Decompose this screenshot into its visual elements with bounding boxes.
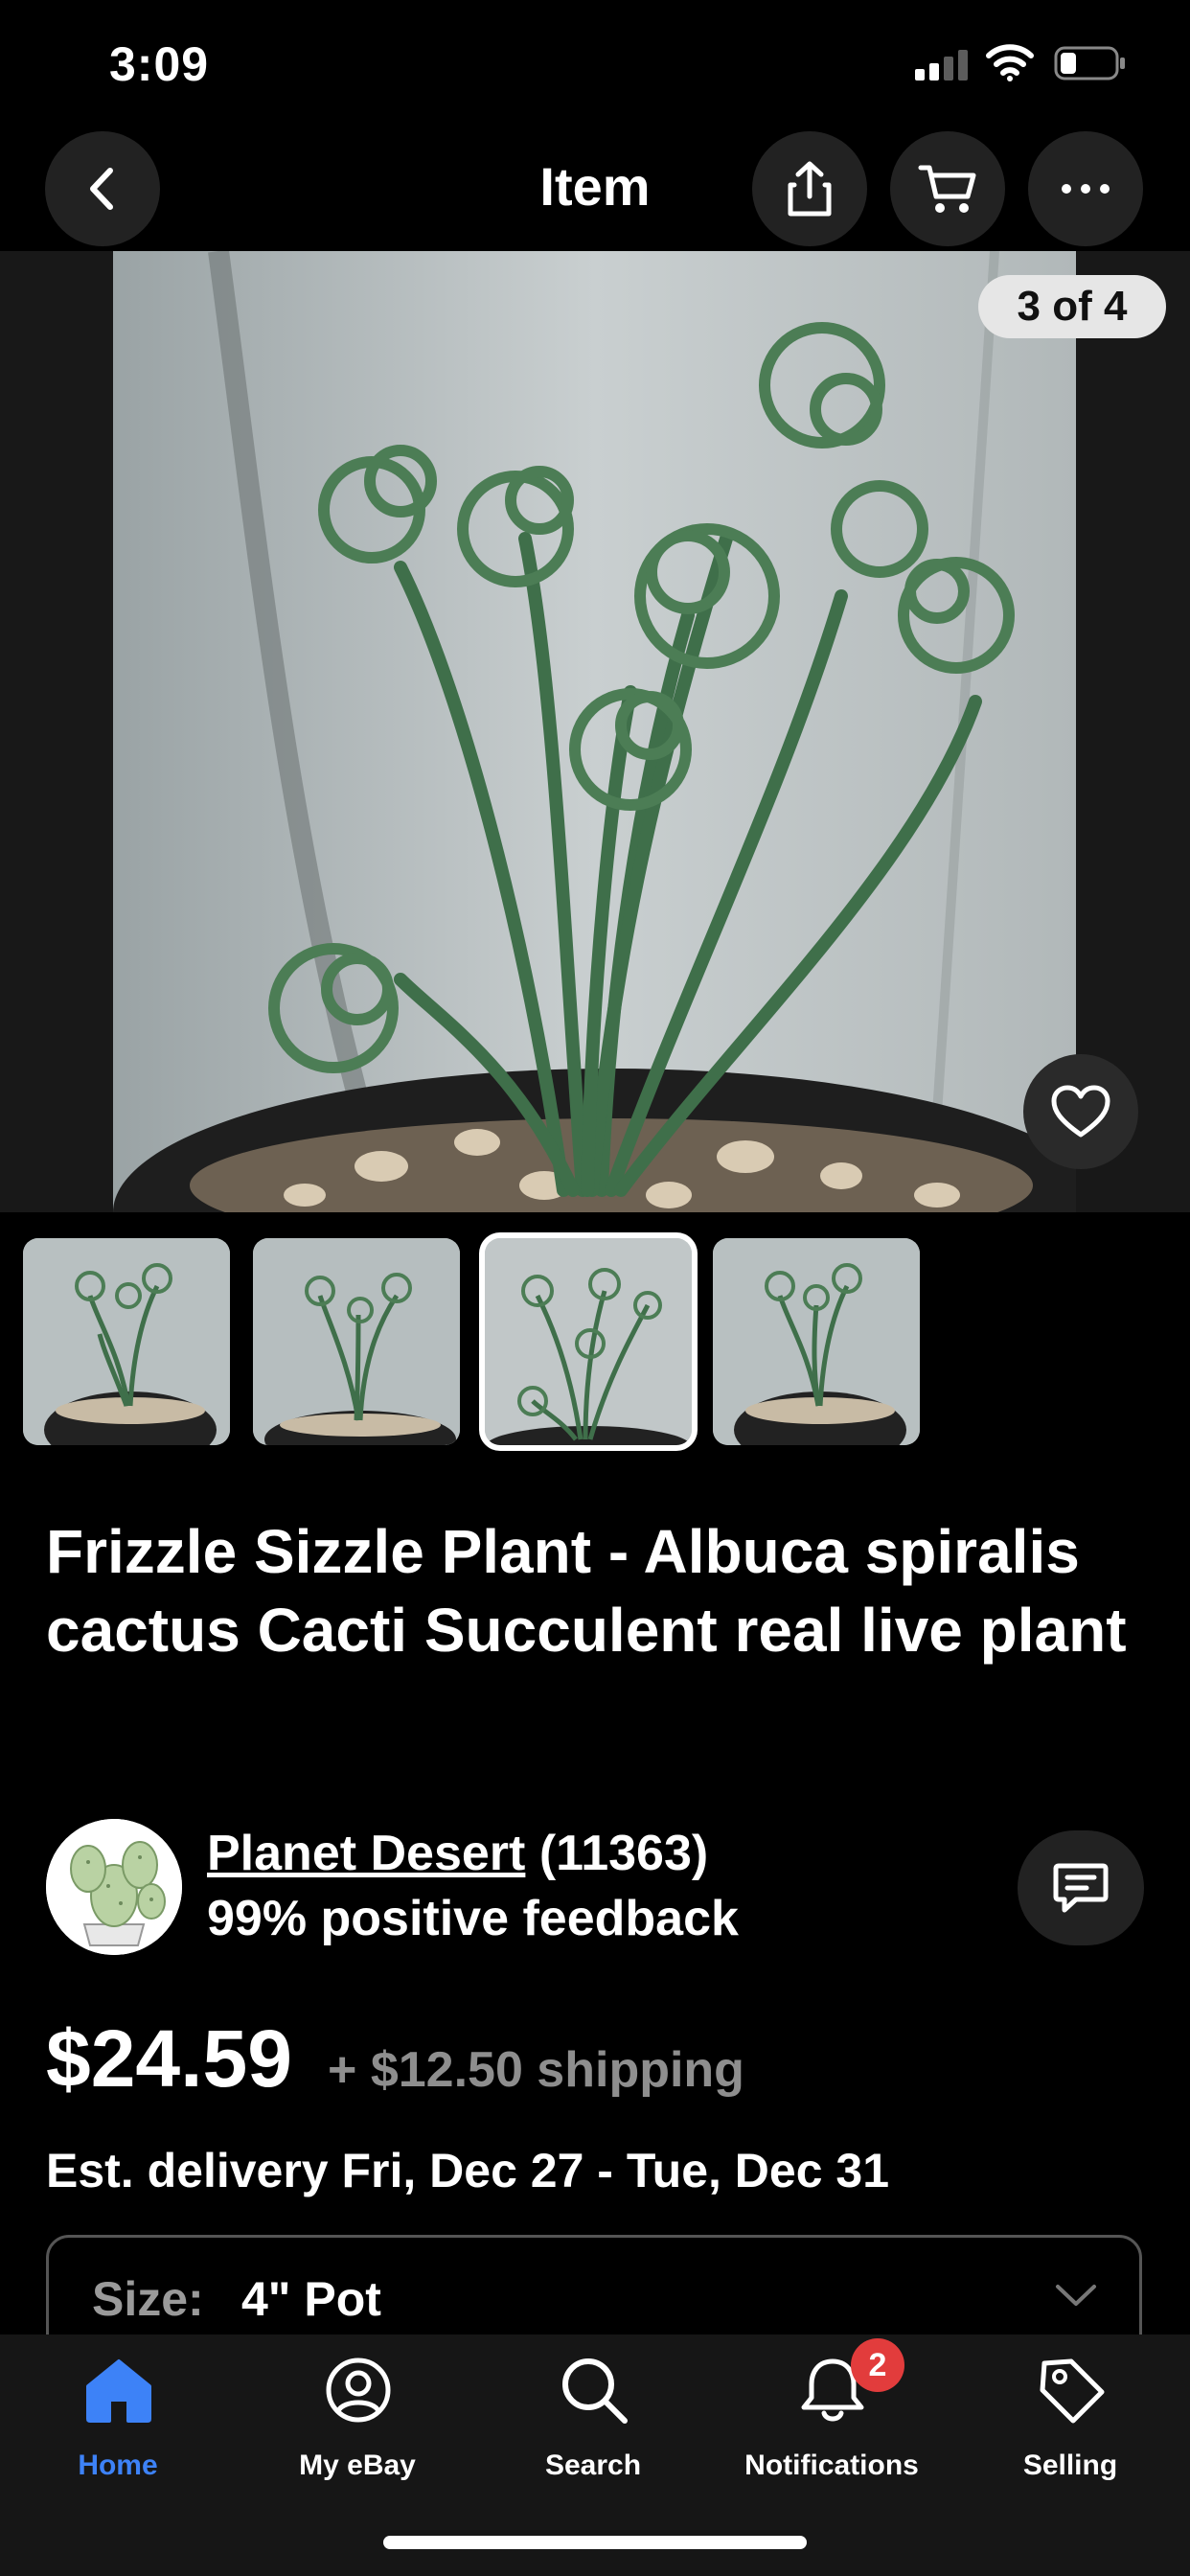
thumbnail-3-selected[interactable] [485,1238,692,1445]
seller-feedback-percent: 99% positive feedback [207,1891,739,1946]
home-icon [86,2359,151,2423]
seller-info: Planet Desert (11363) [207,1825,708,1882]
cart-button[interactable] [890,131,1005,246]
seller-name-link[interactable]: Planet Desert [207,1826,525,1881]
tab-search[interactable]: Search [478,2356,708,2481]
thumbnail-2[interactable] [253,1238,460,1445]
size-value: 4" Pot [241,2272,381,2326]
seller-avatar[interactable] [46,1819,182,1955]
notification-badge: 2 [851,2338,904,2392]
search-icon [562,2358,628,2424]
tag-icon [1040,2358,1105,2424]
message-icon [1053,1863,1109,1913]
tab-notifications-label: Notifications [744,2450,919,2481]
status-time: 3:09 [109,37,210,91]
share-button[interactable] [752,131,867,246]
estimated-delivery: Est. delivery Fri, Dec 27 - Tue, Dec 31 [46,2144,890,2197]
thumbnail-4[interactable] [713,1238,920,1445]
home-indicator[interactable] [383,2536,807,2549]
tab-my-ebay-label: My eBay [299,2450,416,2481]
signal-icon [915,50,969,80]
page-title: Item [539,156,651,217]
tab-selling-label: Selling [1022,2450,1118,2481]
tab-my-ebay[interactable]: My eBay [242,2356,472,2481]
item-title: Frizzle Sizzle Plant - Albuca spiralis c… [46,1517,1127,1665]
tab-selling[interactable]: Selling [955,2356,1185,2481]
user-icon [326,2358,391,2423]
tab-notifications[interactable]: Notifications [717,2356,947,2481]
item-image-gallery[interactable] [0,251,1190,1212]
shipping-cost: + $12.50 shipping [328,2042,744,2098]
wifi-icon [986,44,1034,81]
more-button[interactable] [1028,131,1143,246]
tab-home-label: Home [78,2450,158,2481]
thumbnail-1[interactable] [23,1238,230,1445]
heart-icon [1051,1085,1110,1138]
favorite-button[interactable] [1023,1054,1138,1169]
item-photo [113,251,1076,1212]
image-counter: 3 of 4 [978,275,1166,338]
ellipsis-icon [1062,184,1110,194]
seller-feedback-count: (11363) [538,1826,709,1881]
cart-icon [918,165,976,213]
battery-icon [1054,46,1125,80]
tab-home[interactable]: Home [3,2356,233,2481]
size-label: Size: [92,2272,204,2326]
message-seller-button[interactable] [1018,1830,1144,1945]
tab-search-label: Search [544,2450,642,2481]
chevron-down-icon [1056,2285,1096,2306]
share-icon [788,161,832,217]
item-price: $24.59 [46,2013,292,2104]
cactus-logo [46,1819,182,1955]
